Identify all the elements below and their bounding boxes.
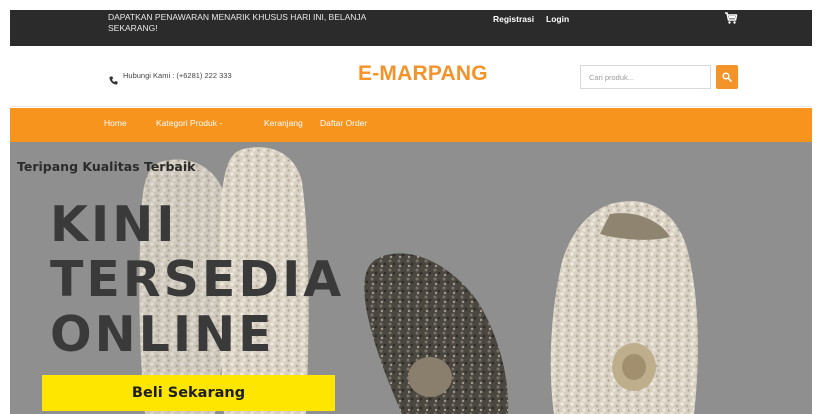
header: Hubungi Kami : (+6281) 222 333 E-MARPANG [10, 46, 812, 107]
top-bar: DAPATKAN PENAWARAN MENARIK KHUSUS HARI I… [10, 10, 812, 46]
brand-logo[interactable]: E-MARPANG [358, 62, 488, 86]
buy-now-button[interactable]: Beli Sekarang [42, 375, 335, 411]
search-input[interactable] [580, 65, 711, 89]
nav-item-kategori-produk[interactable]: Kategori Produk - [156, 118, 222, 128]
nav-item-daftar-order[interactable]: Daftar Order [320, 118, 367, 128]
hero-tagline: Teripang Kualitas Terbaik [17, 159, 196, 174]
main-nav: Home Kategori Produk - Keranjang Daftar … [10, 108, 812, 142]
phone-icon [109, 72, 118, 85]
headline-line-2: TERSEDIA [50, 251, 345, 308]
search-icon [722, 72, 732, 82]
promo-text: DAPATKAN PENAWARAN MENARIK KHUSUS HARI I… [108, 12, 366, 33]
search-button[interactable] [716, 65, 738, 89]
hero-headline: KINI TERSEDIA ONLINE [50, 197, 344, 362]
cart-icon[interactable] [724, 11, 738, 25]
register-link[interactable]: Registrasi [493, 14, 534, 24]
headline-line-3: ONLINE [50, 306, 275, 363]
nav-item-keranjang[interactable]: Keranjang [264, 118, 303, 128]
headline-line-1: KINI [50, 196, 178, 253]
page: DAPATKAN PENAWARAN MENARIK KHUSUS HARI I… [10, 10, 812, 414]
contact-text: Hubungi Kami : (+6281) 222 333 [123, 71, 232, 80]
nav-item-home[interactable]: Home [104, 118, 127, 128]
hero-banner: Teripang Kualitas Terbaik KINI TERSEDIA … [10, 142, 812, 414]
login-link[interactable]: Login [546, 14, 569, 24]
